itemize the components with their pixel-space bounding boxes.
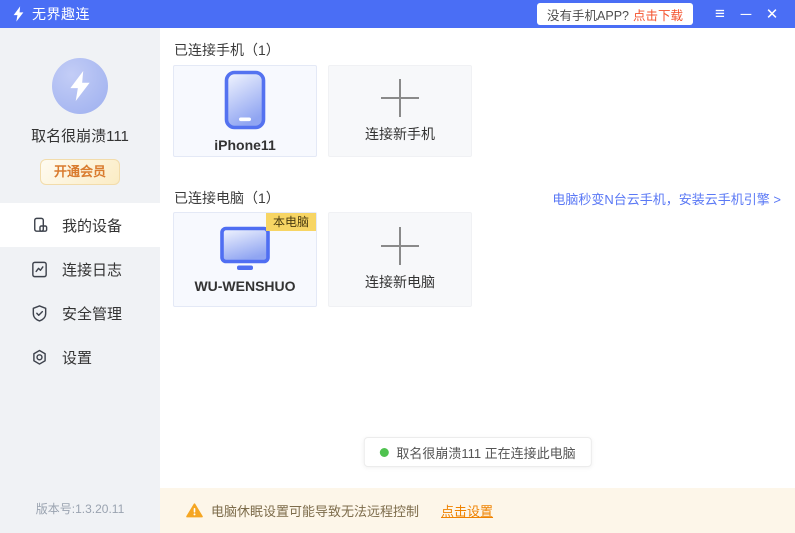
connected-phones-title: 已连接手机（1） xyxy=(174,42,280,58)
download-link-text[interactable]: 点击下载 xyxy=(633,5,683,24)
computers-section-header: 已连接电脑（1） 电脑秒变N台云手机，安装云手机引擎 > xyxy=(174,188,781,208)
add-phone-card[interactable]: 连接新手机 xyxy=(328,65,472,157)
plus-icon xyxy=(381,227,419,265)
app-title: 无界趣连 xyxy=(32,6,90,22)
plus-icon xyxy=(381,79,419,117)
add-phone-label: 连接新手机 xyxy=(365,125,435,142)
lightning-icon xyxy=(70,71,90,101)
app-window: 无界趣连 没有手机APP? 点击下载 ≡ ─ ✕ 取名很崩溃111 开通会员 我… xyxy=(0,0,795,533)
phone-icon xyxy=(224,70,266,129)
log-icon xyxy=(30,260,49,279)
app-logo-icon xyxy=(12,6,25,22)
sidebar-item-connection-log[interactable]: 连接日志 xyxy=(0,247,160,291)
this-computer-tag: 本电脑 xyxy=(265,213,316,231)
status-text: 取名很崩溃111 正在连接此电脑 xyxy=(396,445,576,461)
online-status-dot xyxy=(379,447,389,457)
sidebar-item-label: 连接日志 xyxy=(62,261,123,279)
sidebar-item-label: 设置 xyxy=(62,349,93,367)
sidebar-item-my-devices[interactable]: 我的设备 xyxy=(0,203,160,247)
avatar[interactable] xyxy=(52,58,108,114)
phone-cards-row: iPhone11 连接新手机 xyxy=(173,65,795,157)
download-prompt-text: 没有手机APP? xyxy=(547,8,629,23)
add-computer-label: 连接新电脑 xyxy=(365,274,435,290)
computer-name: WU-WENSHUO xyxy=(194,277,296,294)
sidebar-menu: 我的设备 连接日志 安全管理 设置 xyxy=(0,203,160,379)
sidebar-item-settings[interactable]: 设置 xyxy=(0,335,160,379)
sidebar-item-label: 我的设备 xyxy=(62,217,123,235)
main-content: 已连接手机（1） iPhone11 连接新手机 已连接电脑（1） 电脑秒变N台云… xyxy=(160,28,795,533)
menu-icon[interactable]: ≡ xyxy=(707,0,733,28)
phone-name: iPhone11 xyxy=(214,136,276,153)
sidebar-item-security[interactable]: 安全管理 xyxy=(0,291,160,335)
warning-text: 电脑休眠设置可能导致无法远程控制 xyxy=(211,504,420,519)
computer-cards-row: 本电脑 WU-WENSHUO 连接新电脑 xyxy=(173,212,795,307)
connected-computers-title: 已连接电脑（1） xyxy=(174,190,280,206)
monitor-icon xyxy=(220,226,270,270)
version-label: 版本号:1.3.20.11 xyxy=(35,502,125,516)
sleep-warning-bar: 电脑休眠设置可能导致无法远程控制 点击设置 xyxy=(160,488,795,533)
sidebar: 取名很崩溃111 开通会员 我的设备 连接日志 安全管理 设置 版本号:1.3.… xyxy=(0,28,160,533)
download-app-button[interactable]: 没有手机APP? 点击下载 xyxy=(537,3,693,25)
add-computer-card[interactable]: 连接新电脑 xyxy=(328,212,472,307)
titlebar: 无界趣连 没有手机APP? 点击下载 ≡ ─ ✕ xyxy=(0,0,795,28)
phone-device-card[interactable]: iPhone11 xyxy=(173,65,317,157)
sidebar-item-label: 安全管理 xyxy=(62,305,123,323)
shield-icon xyxy=(30,304,49,323)
devices-icon xyxy=(30,216,49,235)
connection-status-toast: 取名很崩溃111 正在连接此电脑 xyxy=(363,437,592,467)
cloud-phone-promo-link[interactable]: 电脑秒变N台云手机，安装云手机引擎 > xyxy=(552,189,781,208)
username: 取名很崩溃111 xyxy=(31,128,129,145)
close-icon[interactable]: ✕ xyxy=(759,0,785,28)
upgrade-vip-button[interactable]: 开通会员 xyxy=(40,159,120,185)
computer-device-card[interactable]: 本电脑 WU-WENSHUO xyxy=(173,212,317,307)
minimize-icon[interactable]: ─ xyxy=(733,0,759,28)
warning-settings-link[interactable]: 点击设置 xyxy=(441,501,493,520)
settings-icon xyxy=(30,348,49,367)
warning-icon xyxy=(186,503,203,518)
